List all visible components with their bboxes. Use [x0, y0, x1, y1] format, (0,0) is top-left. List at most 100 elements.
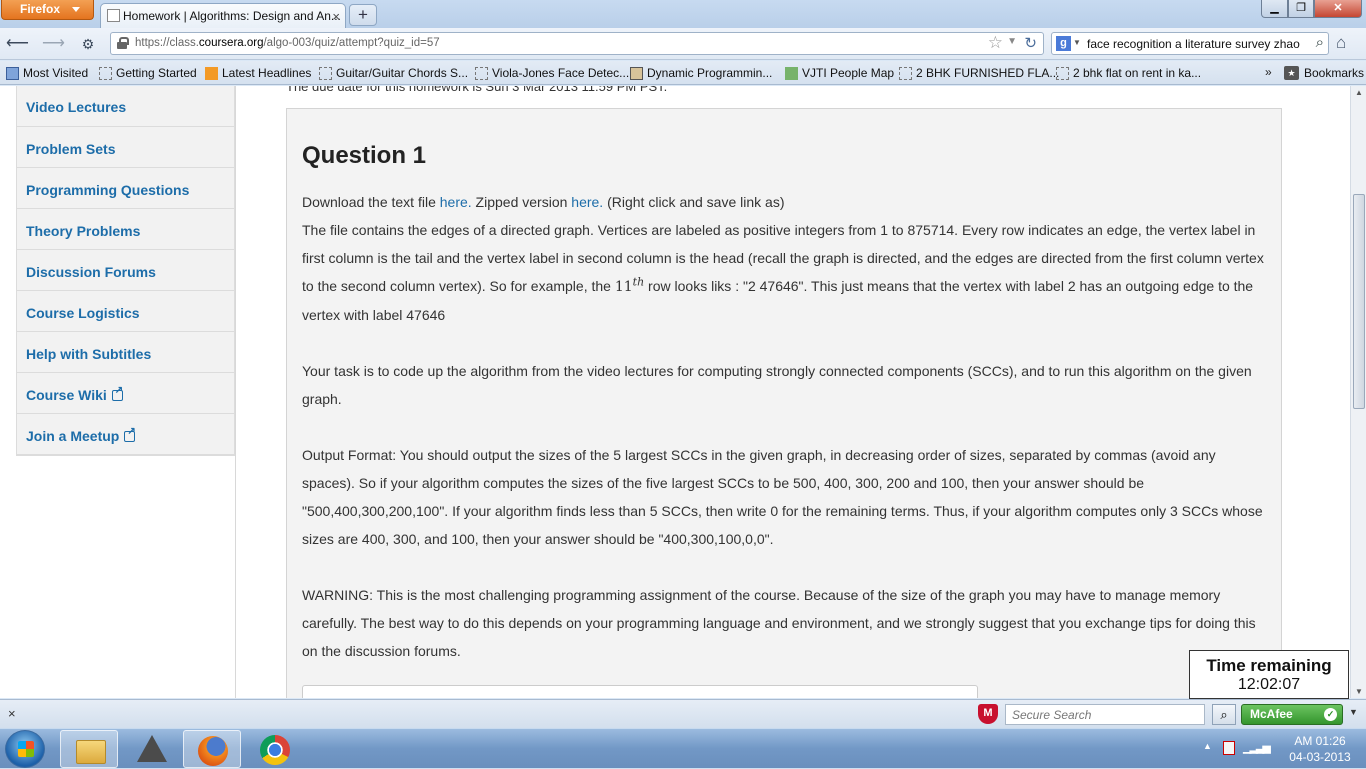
bookmark-item[interactable]: Guitar/Guitar Chords S...	[319, 66, 468, 80]
tab-title: Homework | Algorithms: Design and An...	[123, 9, 341, 23]
answer-input[interactable]	[302, 685, 978, 698]
lock-icon	[117, 37, 129, 49]
bookmark-item[interactable]: Getting Started	[99, 66, 197, 80]
firefox-menu-button[interactable]: Firefox	[1, 0, 94, 20]
google-icon[interactable]: g	[1056, 36, 1071, 51]
question-title: Question 1	[302, 142, 427, 169]
question-paragraph: Output Format: You should output the siz…	[302, 447, 1263, 547]
search-icon[interactable]: ⌕	[1316, 34, 1324, 51]
minimize-button[interactable]: ▁	[1261, 0, 1288, 18]
age-of-empires-taskbar-icon[interactable]	[122, 730, 180, 768]
bookmark-item[interactable]: Viola-Jones Face Detec...	[475, 66, 629, 80]
navigation-toolbar: ⟵ ⟶ ⚙ https://class.coursera.org/algo-00…	[0, 28, 1366, 60]
sidebar-item-video-lectures[interactable]: Video Lectures	[17, 86, 234, 127]
scroll-up-icon[interactable]: ▲	[1355, 88, 1363, 97]
network-signal-icon[interactable]: ▁▂▃▅	[1243, 741, 1271, 754]
scroll-down-icon[interactable]: ▼	[1355, 687, 1363, 696]
course-sidebar: Video Lectures Problem Sets Programming …	[16, 86, 235, 456]
question-paragraph: The file contains the edges of a directe…	[302, 222, 1264, 323]
new-tab-button[interactable]: +	[349, 4, 377, 26]
sidebar-item-course-wiki[interactable]: Course Wiki	[17, 373, 234, 414]
addon-bar: × M Secure Search ⌕ McAfee ✓ ▼	[0, 699, 1366, 728]
bookmarks-menu-button[interactable]: ★ Bookmarks	[1284, 66, 1364, 80]
bookmark-item[interactable]: 2 bhk flat on rent in ka...	[1056, 66, 1201, 80]
question-text: Download the text file here. Zipped vers…	[302, 188, 1272, 693]
time-remaining-box: Time remaining 12:02:07	[1189, 650, 1349, 699]
scrollbar-thumb[interactable]	[1353, 194, 1365, 409]
mcafee-shield-icon[interactable]: M	[978, 704, 998, 724]
page-icon	[475, 67, 488, 80]
sidebar-item-problem-sets[interactable]: Problem Sets	[17, 127, 234, 168]
download-text-link[interactable]: here.	[440, 194, 472, 210]
chevron-down-icon[interactable]: ▼	[1349, 707, 1358, 717]
sidebar-item-course-logistics[interactable]: Course Logistics	[17, 291, 234, 332]
secure-search-input[interactable]: Secure Search	[1005, 704, 1205, 725]
external-link-icon	[111, 385, 123, 401]
vertical-scrollbar[interactable]: ▲ ▼	[1350, 86, 1366, 698]
chevron-down-icon	[72, 7, 80, 12]
sidebar-item-theory-problems[interactable]: Theory Problems	[17, 209, 234, 250]
bookmarks-toolbar: Most Visited Getting Started Latest Head…	[0, 61, 1366, 85]
chrome-taskbar-icon[interactable]	[246, 730, 304, 768]
forward-arrow-icon[interactable]: ⟶	[42, 33, 65, 55]
addon-tools-icon[interactable]: ⚙	[77, 33, 99, 55]
start-button[interactable]	[5, 730, 45, 768]
sidebar-item-programming-questions[interactable]: Programming Questions	[17, 168, 234, 209]
windows-logo-icon	[18, 741, 34, 757]
search-engine-dropdown-icon[interactable]: ▼	[1073, 38, 1081, 47]
search-box[interactable]: g ▼ face recognition a literature survey…	[1051, 32, 1329, 55]
question-paragraph: WARNING: This is the most challenging pr…	[302, 587, 1256, 659]
map-icon	[785, 67, 798, 80]
due-date-line: The due date for this homework is Sun 3 …	[286, 86, 668, 94]
page-icon	[319, 67, 332, 80]
history-dropdown-icon[interactable]: ▼	[1007, 36, 1017, 47]
maximize-button[interactable]: ❐	[1288, 0, 1314, 18]
page-content: Video Lectures Problem Sets Programming …	[0, 86, 1350, 698]
close-tab-icon[interactable]: ×	[332, 9, 340, 24]
bookmark-star-icon[interactable]: ☆	[988, 33, 1003, 53]
timer-label: Time remaining	[1206, 656, 1332, 675]
tab-bar: Firefox Homework | Algorithms: Design an…	[0, 0, 1366, 28]
sidebar-item-discussion-forums[interactable]: Discussion Forums	[17, 250, 234, 291]
home-icon[interactable]: ⌂	[1336, 33, 1346, 53]
system-clock[interactable]: AM 01:26 04-03-2013	[1278, 733, 1362, 765]
page-icon	[1056, 67, 1069, 80]
most-visited-icon	[6, 67, 19, 80]
bookmark-item[interactable]: Latest Headlines	[205, 66, 311, 80]
download-line: Download the text file here. Zipped vers…	[302, 194, 785, 210]
action-center-flag-icon[interactable]	[1223, 741, 1235, 755]
bookmark-item[interactable]: 2 BHK FURNISHED FLA...	[899, 66, 1059, 80]
sidebar-item-join-a-meetup[interactable]: Join a Meetup	[17, 414, 234, 455]
bookmarks-star-icon: ★	[1284, 66, 1299, 80]
external-link-icon	[124, 426, 136, 442]
firefox-taskbar-icon[interactable]	[183, 730, 241, 768]
back-arrow-icon[interactable]: ⟵	[6, 33, 29, 55]
search-query: face recognition a literature survey zha…	[1087, 37, 1300, 51]
bookmark-item[interactable]: VJTI People Map	[785, 66, 894, 80]
close-addon-bar-icon[interactable]: ×	[8, 706, 16, 721]
page-icon	[99, 67, 112, 80]
address-bar[interactable]: https://class.coursera.org/algo-003/quiz…	[110, 32, 1044, 55]
clock-date: 04-03-2013	[1289, 750, 1351, 764]
question-paragraph: Your task is to code up the algorithm fr…	[302, 363, 1252, 407]
sidebar-item-help-with-subtitles[interactable]: Help with Subtitles	[17, 332, 234, 373]
bookmark-item[interactable]: Most Visited	[6, 66, 88, 80]
question-box: Question 1 Download the text file here. …	[286, 108, 1282, 698]
divider	[235, 86, 236, 698]
reload-icon[interactable]: ↻	[1024, 34, 1037, 52]
favicon-icon	[107, 9, 120, 22]
bookmarks-overflow-chevron[interactable]: »	[1265, 65, 1272, 79]
firefox-menu-label: Firefox	[20, 2, 61, 16]
windows-taskbar: ▲ ▁▂▃▅ AM 01:26 04-03-2013	[0, 728, 1366, 768]
close-window-button[interactable]: ✕	[1314, 0, 1362, 18]
tab-homework[interactable]: Homework | Algorithms: Design and An... …	[100, 3, 346, 28]
page-icon	[899, 67, 912, 80]
download-zip-link[interactable]: here.	[571, 194, 603, 210]
search-icon[interactable]: ⌕	[1212, 704, 1236, 725]
timer-value: 12:02:07	[1237, 676, 1301, 693]
explorer-taskbar-icon[interactable]	[60, 730, 118, 768]
mcafee-button[interactable]: McAfee ✓	[1241, 704, 1343, 725]
rss-icon	[205, 67, 218, 80]
bookmark-item[interactable]: Dynamic Programmin...	[630, 66, 772, 80]
show-hidden-icons-icon[interactable]: ▲	[1203, 741, 1212, 751]
